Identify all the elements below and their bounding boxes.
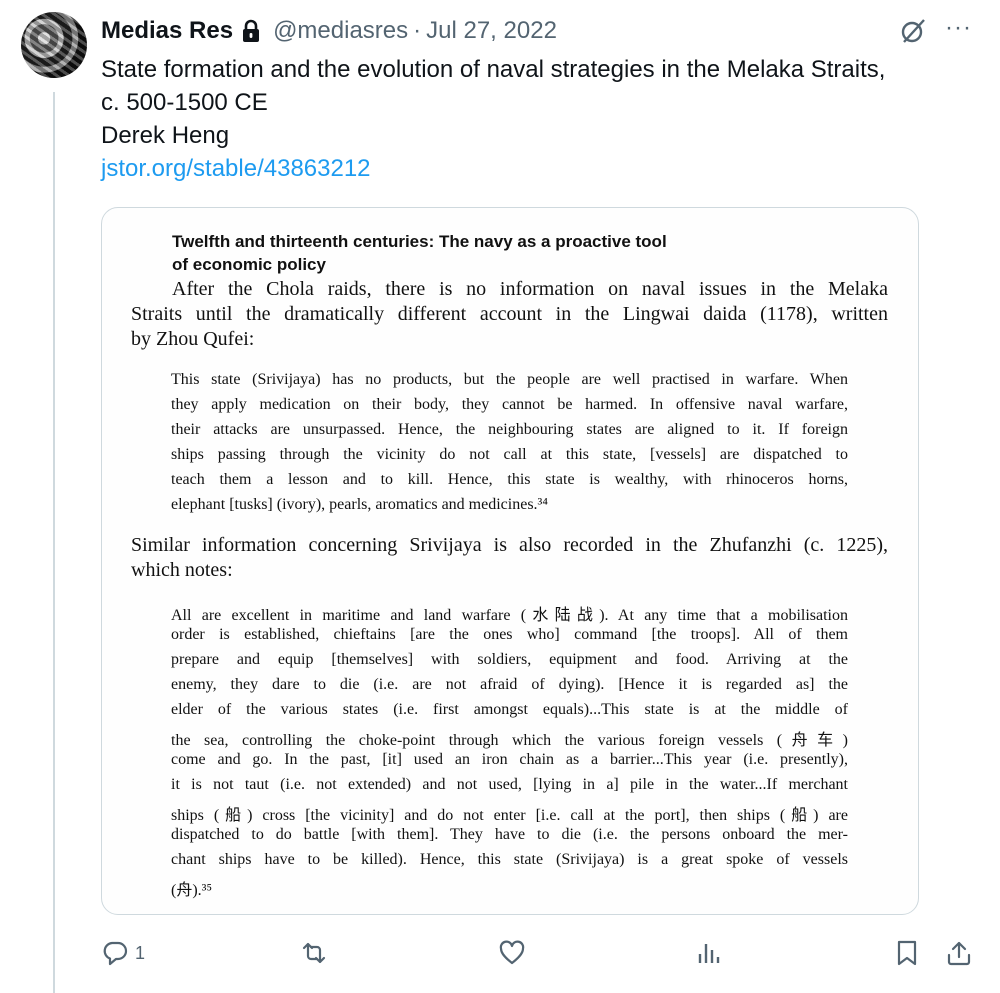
text-line: by Zhou Qufei: [131, 328, 255, 350]
share-icon [947, 941, 971, 966]
text-line: they apply medication on their body, the… [171, 396, 848, 413]
text-line: All are excellent in maritime and land w… [171, 607, 848, 624]
tweet-link[interactable]: jstor.org/stable/43863212 [101, 152, 981, 185]
text-line: This state (Srivijaya) has no products, … [171, 371, 848, 388]
text-line: come and go. In the past, [it] used an i… [171, 751, 848, 768]
text-line: ships passing through the vicinity do no… [171, 446, 848, 463]
text-line: elephant [tusks] (ivory), pearls, aromat… [171, 496, 548, 513]
retweet-button[interactable] [300, 930, 328, 976]
retweet-icon [302, 942, 326, 964]
text-line: which notes: [131, 559, 233, 581]
text-line: ships (船) cross [the vicinity] and do no… [171, 807, 848, 824]
text-line: enemy, they dare to die (i.e. are not af… [171, 676, 848, 693]
reply-icon [103, 941, 128, 966]
text-line: elder of the various states (i.e. first … [171, 701, 848, 718]
text-line: order is established, chieftains [are th… [171, 626, 848, 643]
text-line: Straits until the dramatically different… [131, 303, 888, 325]
like-icon [499, 940, 525, 965]
quote-1: This state (Srivijaya) has no products, … [171, 371, 848, 521]
document-scan: Twelfth and thirteenth centuries: The na… [102, 208, 918, 914]
grok-icon[interactable] [900, 18, 926, 44]
lock-icon [243, 19, 260, 42]
tweet-text: State formation and the evolution of nav… [101, 53, 981, 185]
text-line: their attacks are unsurpassed. Hence, th… [171, 421, 848, 438]
tweet-header: Medias Res @mediasres · Jul 27, 2022 [101, 14, 557, 48]
text-line: Similar information concerning Srivijaya… [131, 534, 888, 556]
share-button[interactable] [945, 930, 973, 976]
thread-line [53, 92, 55, 993]
media-image[interactable]: Twelfth and thirteenth centuries: The na… [101, 207, 919, 915]
reply-count: 1 [135, 942, 146, 963]
tweet-date[interactable]: Jul 27, 2022 [426, 17, 557, 45]
like-button[interactable] [498, 930, 526, 976]
text-line: dispatched to do battle [with them]. The… [171, 826, 848, 843]
tweet-text-line: State formation and the evolution of nav… [101, 56, 886, 83]
text-line: After the Chola raids, there is no infor… [172, 278, 888, 300]
avatar[interactable] [21, 12, 87, 78]
paragraph-2: Similar information concerning Srivijaya… [131, 534, 888, 589]
text-line: teach them a lesson and to kill. Hence, … [171, 471, 848, 488]
action-bar: 1 [0, 930, 1000, 976]
text-line: (舟).³⁵ [171, 882, 213, 899]
paragraph-1: After the Chola raids, there is no infor… [131, 278, 888, 358]
author-handle[interactable]: @mediasres [273, 17, 408, 45]
text-line: it is not taut (i.e. not extended) and n… [171, 776, 848, 793]
more-options-icon[interactable]: ··· [945, 14, 972, 42]
quote-2: All are excellent in maritime and land w… [171, 601, 848, 901]
section-heading: of economic policy [172, 255, 326, 274]
text-line: the sea, controlling the choke-point thr… [171, 732, 848, 749]
views-icon [698, 944, 720, 963]
bookmark-icon [897, 940, 917, 966]
section-heading: Twelfth and thirteenth centuries: The na… [172, 232, 667, 251]
views-button[interactable] [695, 930, 723, 976]
separator-dot: · [413, 17, 422, 44]
tweet-text-line: c. 500-1500 CE [101, 89, 268, 116]
reply-button[interactable]: 1 [101, 930, 145, 976]
tweet-text-line: Derek Heng [101, 122, 230, 149]
bookmark-button[interactable] [893, 930, 921, 976]
text-line: prepare and equip [themselves] with sold… [171, 651, 848, 668]
author-name[interactable]: Medias Res [101, 17, 233, 45]
text-line: chant ships have to be killed). Hence, t… [171, 851, 848, 868]
